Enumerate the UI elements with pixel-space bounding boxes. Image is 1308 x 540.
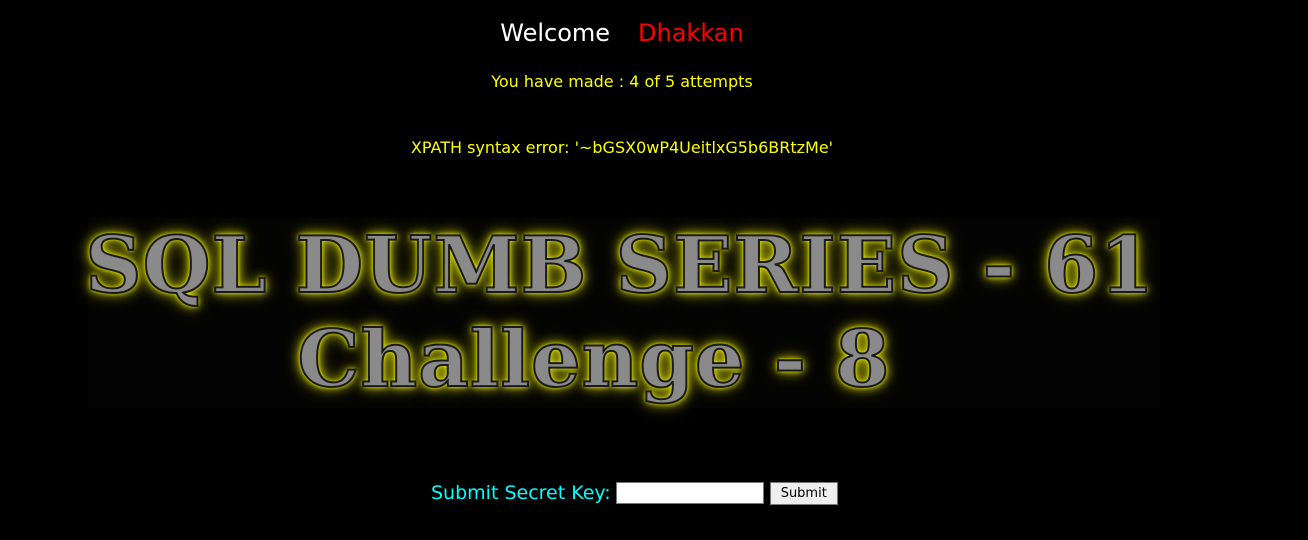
submit-button[interactable]: Submit [769, 481, 838, 505]
banner-title: SQL DUMB SERIES - 61 [84, 219, 1155, 312]
secret-key-form: Submit Secret Key: Submit [431, 480, 838, 506]
xpath-error-message: XPATH syntax error: '~bGSX0wP4UeitlxG5b6… [410, 138, 834, 157]
banner-subtitle: Challenge - 8 [296, 313, 891, 406]
username: Dhakkan [638, 19, 744, 47]
attempts-counter: You have made : 4 of 5 attempts [491, 72, 753, 91]
secret-key-label: Submit Secret Key: [431, 482, 611, 504]
series-banner: SQL DUMB SERIES - 61 Challenge - 8 [84, 218, 1160, 408]
secret-key-input[interactable] [615, 482, 764, 504]
welcome-label: Welcome [500, 19, 611, 47]
welcome-line: Welcome Dhakkan [0, 18, 1244, 48]
